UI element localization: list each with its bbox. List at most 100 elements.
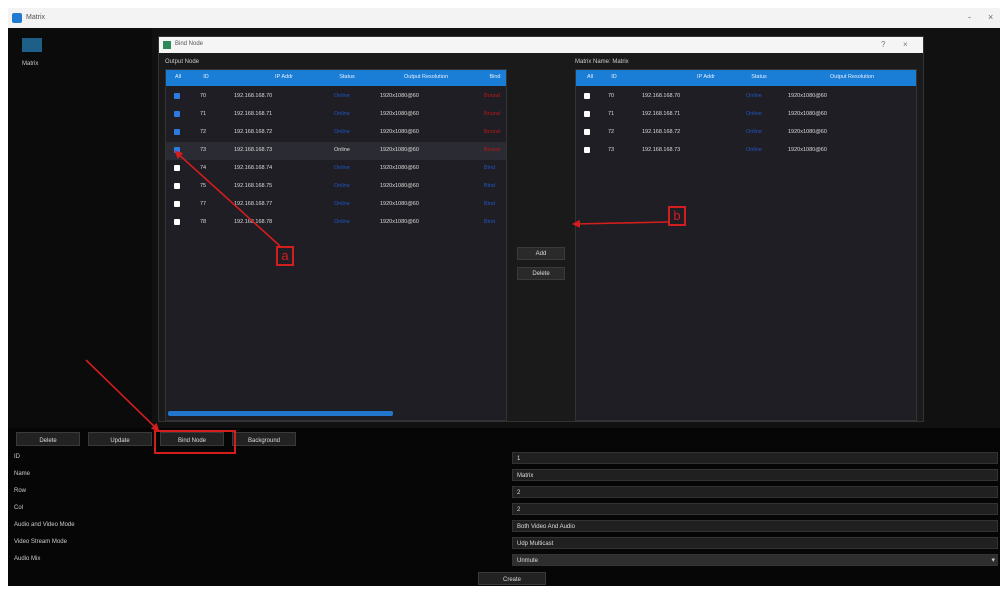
cell-resolution: 1920x1080@60 [380, 183, 419, 189]
cell-status: Online [746, 111, 762, 117]
cell-id: 77 [200, 201, 207, 207]
matrix-thumbnail-label: Matrix [22, 61, 39, 67]
output-table-header: All ID IP Addr Status Output Resolution … [166, 70, 506, 86]
matrix-header-output-resolution: Output Resolution [829, 74, 875, 80]
cell-id: 74 [200, 165, 207, 171]
col-label: Col [14, 505, 24, 511]
matrix-thumbnail[interactable] [22, 38, 42, 52]
cell-ip: 192.168.168.72 [234, 129, 273, 135]
cell-status: Online [334, 183, 350, 189]
cell-ip: 192.168.168.71 [642, 111, 681, 117]
cell-bind[interactable]: Bound [484, 93, 500, 99]
bind-node-dialog: Bind Node ? × Output Node Matrix Name: M… [158, 36, 924, 422]
table-row[interactable]: 78 192.168.168.78 Online 1920x1080@60 Bind [166, 214, 506, 232]
table-row[interactable]: 71 192.168.168.71 Online 1920x1080@60 [576, 106, 916, 124]
row-checkbox[interactable] [174, 111, 180, 117]
matrix-list-panel: Matrix [8, 28, 152, 428]
cell-bind[interactable]: Bind [484, 219, 495, 225]
update-button[interactable]: Update [88, 432, 152, 446]
row-checkbox[interactable] [584, 129, 590, 135]
table-row[interactable]: 75 192.168.168.75 Online 1920x1080@60 Bind [166, 178, 506, 196]
table-row[interactable]: 72 192.168.168.72 Online 1920x1080@60 [576, 124, 916, 142]
audio-mix-select[interactable]: Unmute ▾ [512, 554, 998, 566]
cell-resolution: 1920x1080@60 [788, 147, 827, 153]
row-checkbox[interactable] [584, 147, 590, 153]
cell-id: 70 [200, 93, 207, 99]
dialog-close-icon[interactable]: × [903, 40, 908, 49]
add-button[interactable]: Add [517, 247, 565, 260]
stream-mode-field[interactable]: Udp Multicast [512, 537, 998, 549]
id-field[interactable]: 1 [512, 452, 998, 464]
table-row[interactable]: 74 192.168.168.74 Online 1920x1080@60 Bind [166, 160, 506, 178]
row-checkbox[interactable] [174, 183, 180, 189]
table-row[interactable]: 73 192.168.168.73 Online 1920x1080@60 Bound [166, 142, 506, 160]
chevron-down-icon: ▾ [991, 557, 995, 564]
row-checkbox[interactable] [174, 129, 180, 135]
row-checkbox[interactable] [174, 219, 180, 225]
header-id: ID [203, 74, 209, 80]
delete-button[interactable]: Delete [16, 432, 80, 446]
cell-bind[interactable]: Bound [484, 111, 500, 117]
table-row[interactable]: 71 192.168.168.71 Online 1920x1080@60 Bound [166, 106, 506, 124]
cell-resolution: 1920x1080@60 [380, 129, 419, 135]
window-title: Matrix [26, 14, 46, 21]
cell-status: Online [334, 201, 350, 207]
table-row[interactable]: 73 192.168.168.73 Online 1920x1080@60 [576, 142, 916, 160]
cell-ip: 192.168.168.70 [234, 93, 273, 99]
cell-bind[interactable]: Bind [484, 201, 495, 207]
row-checkbox[interactable] [174, 147, 180, 153]
minimize-button[interactable]: - [968, 12, 971, 22]
row-checkbox[interactable] [174, 201, 180, 207]
callout-b: b [668, 206, 686, 226]
matrix-header-all[interactable]: All [582, 74, 598, 80]
audio-mix-label: Audio Mix [14, 556, 41, 562]
row-label: Row [14, 488, 27, 494]
matrix-table-header: All ID IP Addr Status Output Resolution [576, 70, 916, 86]
header-all[interactable]: All [170, 74, 186, 80]
matrix-node-table: All ID IP Addr Status Output Resolution … [575, 69, 917, 421]
col-field[interactable]: 2 [512, 503, 998, 515]
name-field[interactable]: Matrix [512, 469, 998, 481]
output-node-table: All ID IP Addr Status Output Resolution … [165, 69, 507, 421]
horizontal-scrollbar[interactable] [168, 411, 393, 416]
cell-resolution: 1920x1080@60 [380, 93, 419, 99]
cell-status: Online [334, 111, 350, 117]
create-button[interactable]: Create [478, 572, 546, 585]
cell-id: 75 [200, 183, 207, 189]
matrix-header-status: Status [751, 74, 767, 80]
cell-bind[interactable]: Bind [484, 165, 495, 171]
table-row[interactable]: 77 192.168.168.77 Online 1920x1080@60 Bind [166, 196, 506, 214]
background-button[interactable]: Background [232, 432, 296, 446]
dialog-title: Bind Node [175, 41, 204, 47]
table-row[interactable]: 70 192.168.168.70 Online 1920x1080@60 Bound [166, 88, 506, 106]
cell-status: Online [746, 129, 762, 135]
matrix-header-id: ID [611, 74, 617, 80]
cell-ip: 192.168.168.77 [234, 201, 273, 207]
av-mode-field[interactable]: Both Video And Audio [512, 520, 998, 532]
cell-bind[interactable]: Bound [484, 129, 500, 135]
cell-status: Online [746, 93, 762, 99]
row-checkbox[interactable] [584, 111, 590, 117]
cell-ip: 192.168.168.71 [234, 111, 273, 117]
row-field[interactable]: 2 [512, 486, 998, 498]
row-checkbox[interactable] [174, 165, 180, 171]
cell-bind[interactable]: Bound [484, 147, 500, 153]
cell-status: Online [334, 129, 350, 135]
table-row[interactable]: 70 192.168.168.70 Online 1920x1080@60 [576, 88, 916, 106]
cell-id: 73 [200, 147, 207, 153]
help-icon[interactable]: ? [881, 40, 885, 49]
row-checkbox[interactable] [584, 93, 590, 99]
dialog-icon [163, 41, 171, 49]
audio-mix-value: Unmute [517, 558, 539, 564]
close-window-button[interactable]: × [988, 12, 993, 22]
cell-status: Online [334, 219, 350, 225]
callout-a: a [276, 246, 294, 266]
cell-ip: 192.168.168.75 [234, 183, 273, 189]
delete-node-button[interactable]: Delete [517, 267, 565, 280]
name-label: Name [14, 471, 31, 477]
table-row[interactable]: 72 192.168.168.72 Online 1920x1080@60 Bound [166, 124, 506, 142]
row-checkbox[interactable] [174, 93, 180, 99]
cell-status: Online [334, 165, 350, 171]
cell-bind[interactable]: Bind [484, 183, 495, 189]
stream-mode-label: Video Stream Mode [14, 539, 67, 545]
